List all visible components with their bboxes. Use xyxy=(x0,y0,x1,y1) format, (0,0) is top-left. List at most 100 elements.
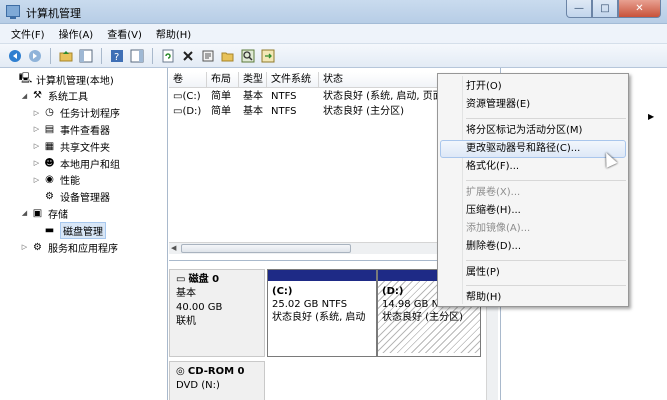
collapse-arrow-icon[interactable]: ◢ xyxy=(20,92,29,100)
column-header-layout[interactable]: 布局 xyxy=(207,72,239,87)
export-icon[interactable] xyxy=(259,47,277,65)
partition-c[interactable]: (C:) 25.02 GB NTFS 状态良好 (系统, 启动 xyxy=(267,269,377,357)
tree-item-label: 计算机管理(本地) xyxy=(36,75,114,87)
table-cell: 简单 xyxy=(211,91,231,102)
back-icon[interactable] xyxy=(6,47,24,65)
maximize-button[interactable]: □ xyxy=(592,0,618,18)
menu-file[interactable]: 文件(F) xyxy=(4,26,52,41)
tree-item[interactable]: ⚙ 设备管理器 xyxy=(32,189,110,205)
partition-drive: (C:) xyxy=(272,286,293,297)
users-icon: ☻ xyxy=(44,157,55,169)
open-icon[interactable] xyxy=(219,47,237,65)
context-menu: 打开(O) 资源管理器(E) 将分区标记为活动分区(M) 更改驱动器号和路径(C)..… xyxy=(437,73,629,307)
tree-item[interactable]: ▷ ◉ 性能 xyxy=(32,172,80,188)
clock-icon: ◷ xyxy=(45,107,54,119)
tree-item[interactable]: ▷ ▦ 共享文件夹 xyxy=(32,138,110,154)
menu-help[interactable]: 帮助(H) xyxy=(149,26,198,41)
tree-item-label: 性能 xyxy=(60,176,80,188)
window-controls: — □ ✕ xyxy=(566,0,661,18)
tree-item-label: 任务计划程序 xyxy=(60,109,120,121)
expand-arrow-icon[interactable]: ▷ xyxy=(32,109,41,117)
navigation-tree: 🖳 计算机管理(本地) ◢ ⚒ 系统工具 ▷ ◷ 任务计划程序 ▷ ▤ 事件查看器 ▷ ▦ 共享文件夹 ▷ ☻… xyxy=(0,68,168,400)
tree-item-label: 存储 xyxy=(48,209,68,221)
disk-status: 联机 xyxy=(176,316,196,327)
table-cell: (C:) xyxy=(182,91,201,102)
show-actions-icon[interactable] xyxy=(128,47,146,65)
help-icon[interactable]: ? xyxy=(108,47,126,65)
toolbar-separator xyxy=(152,47,153,64)
scroll-left-icon[interactable]: ◀ xyxy=(171,244,176,252)
disk-management-icon: ▬ xyxy=(44,224,55,236)
tree-item[interactable]: ▷ ⚙ 服务和应用程序 xyxy=(20,239,118,255)
tree-item[interactable]: ▷ ▤ 事件查看器 xyxy=(32,121,110,137)
expand-arrow-icon[interactable]: ▷ xyxy=(32,159,41,167)
context-menu-item[interactable]: 更改驱动器号和路径(C)... xyxy=(440,139,626,158)
context-menu-item[interactable]: 帮助(H) xyxy=(440,289,626,307)
volume-icon: ▭ xyxy=(173,91,183,102)
disk-0-label[interactable]: ▭ 磁盘 0 基本 40.00 GB 联机 xyxy=(169,269,265,357)
delete-icon[interactable] xyxy=(179,47,197,65)
cdrom-drive-icon: ◎ xyxy=(176,366,185,377)
table-cell: NTFS xyxy=(271,106,297,117)
tree-item[interactable]: ▬ 磁盘管理 xyxy=(32,221,106,239)
table-cell: 简单 xyxy=(211,106,231,117)
table-cell: 基本 xyxy=(243,106,263,117)
scrollbar-thumb[interactable] xyxy=(181,244,351,253)
menu-separator xyxy=(466,179,626,181)
context-menu-item[interactable]: 资源管理器(E) xyxy=(440,96,626,114)
minimize-button[interactable]: — xyxy=(566,0,592,18)
disk-name: 磁盘 0 xyxy=(188,274,220,285)
menu-bar: 文件(F) 操作(A) 查看(V) 帮助(H) xyxy=(0,24,667,44)
context-menu-item[interactable]: 属性(P) xyxy=(440,264,626,282)
up-folder-icon[interactable] xyxy=(57,47,75,65)
tree-item[interactable]: ▷ ☻ 本地用户和组 xyxy=(32,155,120,171)
menu-action[interactable]: 操作(A) xyxy=(52,26,101,41)
context-menu-item[interactable]: 压缩卷(H)... xyxy=(440,202,626,220)
tools-icon: ⚒ xyxy=(33,90,42,102)
shared-folder-icon: ▦ xyxy=(44,140,55,152)
tree-item[interactable]: ◢ ▣ 存储 xyxy=(20,205,68,221)
table-cell-volume: ▭ (D:) xyxy=(169,104,207,119)
menu-separator xyxy=(466,285,626,286)
disk-size: 40.00 GB xyxy=(176,302,223,313)
event-viewer-icon: ▤ xyxy=(44,123,55,135)
table-cell: 基本 xyxy=(243,91,263,102)
refresh-icon[interactable] xyxy=(159,47,177,65)
tree-item-label: 服务和应用程序 xyxy=(48,243,118,255)
storage-icon: ▣ xyxy=(32,207,43,219)
forward-icon[interactable] xyxy=(26,47,44,65)
table-cell-volume: ▭ (C:) xyxy=(169,89,207,104)
expand-arrow-icon[interactable]: ▷ xyxy=(20,243,29,251)
column-header-filesystem[interactable]: 文件系统 xyxy=(267,72,319,87)
tree-item-label: 事件查看器 xyxy=(60,125,110,137)
context-menu-item: 扩展卷(X)... xyxy=(466,186,521,198)
context-menu-item[interactable]: 删除卷(D)... xyxy=(440,238,626,256)
toolbar-separator xyxy=(50,47,51,64)
close-button[interactable]: ✕ xyxy=(618,0,661,18)
disk-type: 基本 xyxy=(176,288,196,299)
search-icon[interactable] xyxy=(239,47,257,65)
context-menu-item[interactable]: 格式化(F)... xyxy=(440,158,626,176)
expand-arrow-icon[interactable]: ▶ xyxy=(648,112,654,121)
expand-arrow-icon[interactable]: ▷ xyxy=(32,142,41,150)
tree-item[interactable]: 🖳 计算机管理(本地) xyxy=(8,71,114,87)
expand-arrow-icon[interactable]: ▷ xyxy=(32,176,41,184)
context-menu-item[interactable]: 将分区标记为活动分区(M) xyxy=(440,122,626,140)
cdrom-0-label[interactable]: ◎ CD-ROM 0 DVD (N:) xyxy=(169,361,265,400)
column-header-type[interactable]: 类型 xyxy=(239,72,267,87)
services-icon: ⚙ xyxy=(33,241,42,253)
menu-view[interactable]: 查看(V) xyxy=(100,26,149,41)
context-menu-item[interactable]: 打开(O) xyxy=(440,78,626,96)
collapse-arrow-icon[interactable]: ◢ xyxy=(20,209,29,217)
window-title: 计算机管理 xyxy=(26,7,81,20)
cdrom-type: DVD (N:) xyxy=(176,380,220,391)
tree-item[interactable]: ▷ ◷ 任务计划程序 xyxy=(32,105,120,121)
toolbar-separator xyxy=(101,47,102,64)
show-tree-icon[interactable] xyxy=(77,47,95,65)
svg-text:?: ? xyxy=(114,52,119,63)
toolbar: ? xyxy=(0,44,667,68)
column-header-volume[interactable]: 卷 xyxy=(169,72,207,87)
expand-arrow-icon[interactable]: ▷ xyxy=(32,125,41,133)
tree-item[interactable]: ◢ ⚒ 系统工具 xyxy=(20,88,88,104)
properties-icon[interactable] xyxy=(199,47,217,65)
